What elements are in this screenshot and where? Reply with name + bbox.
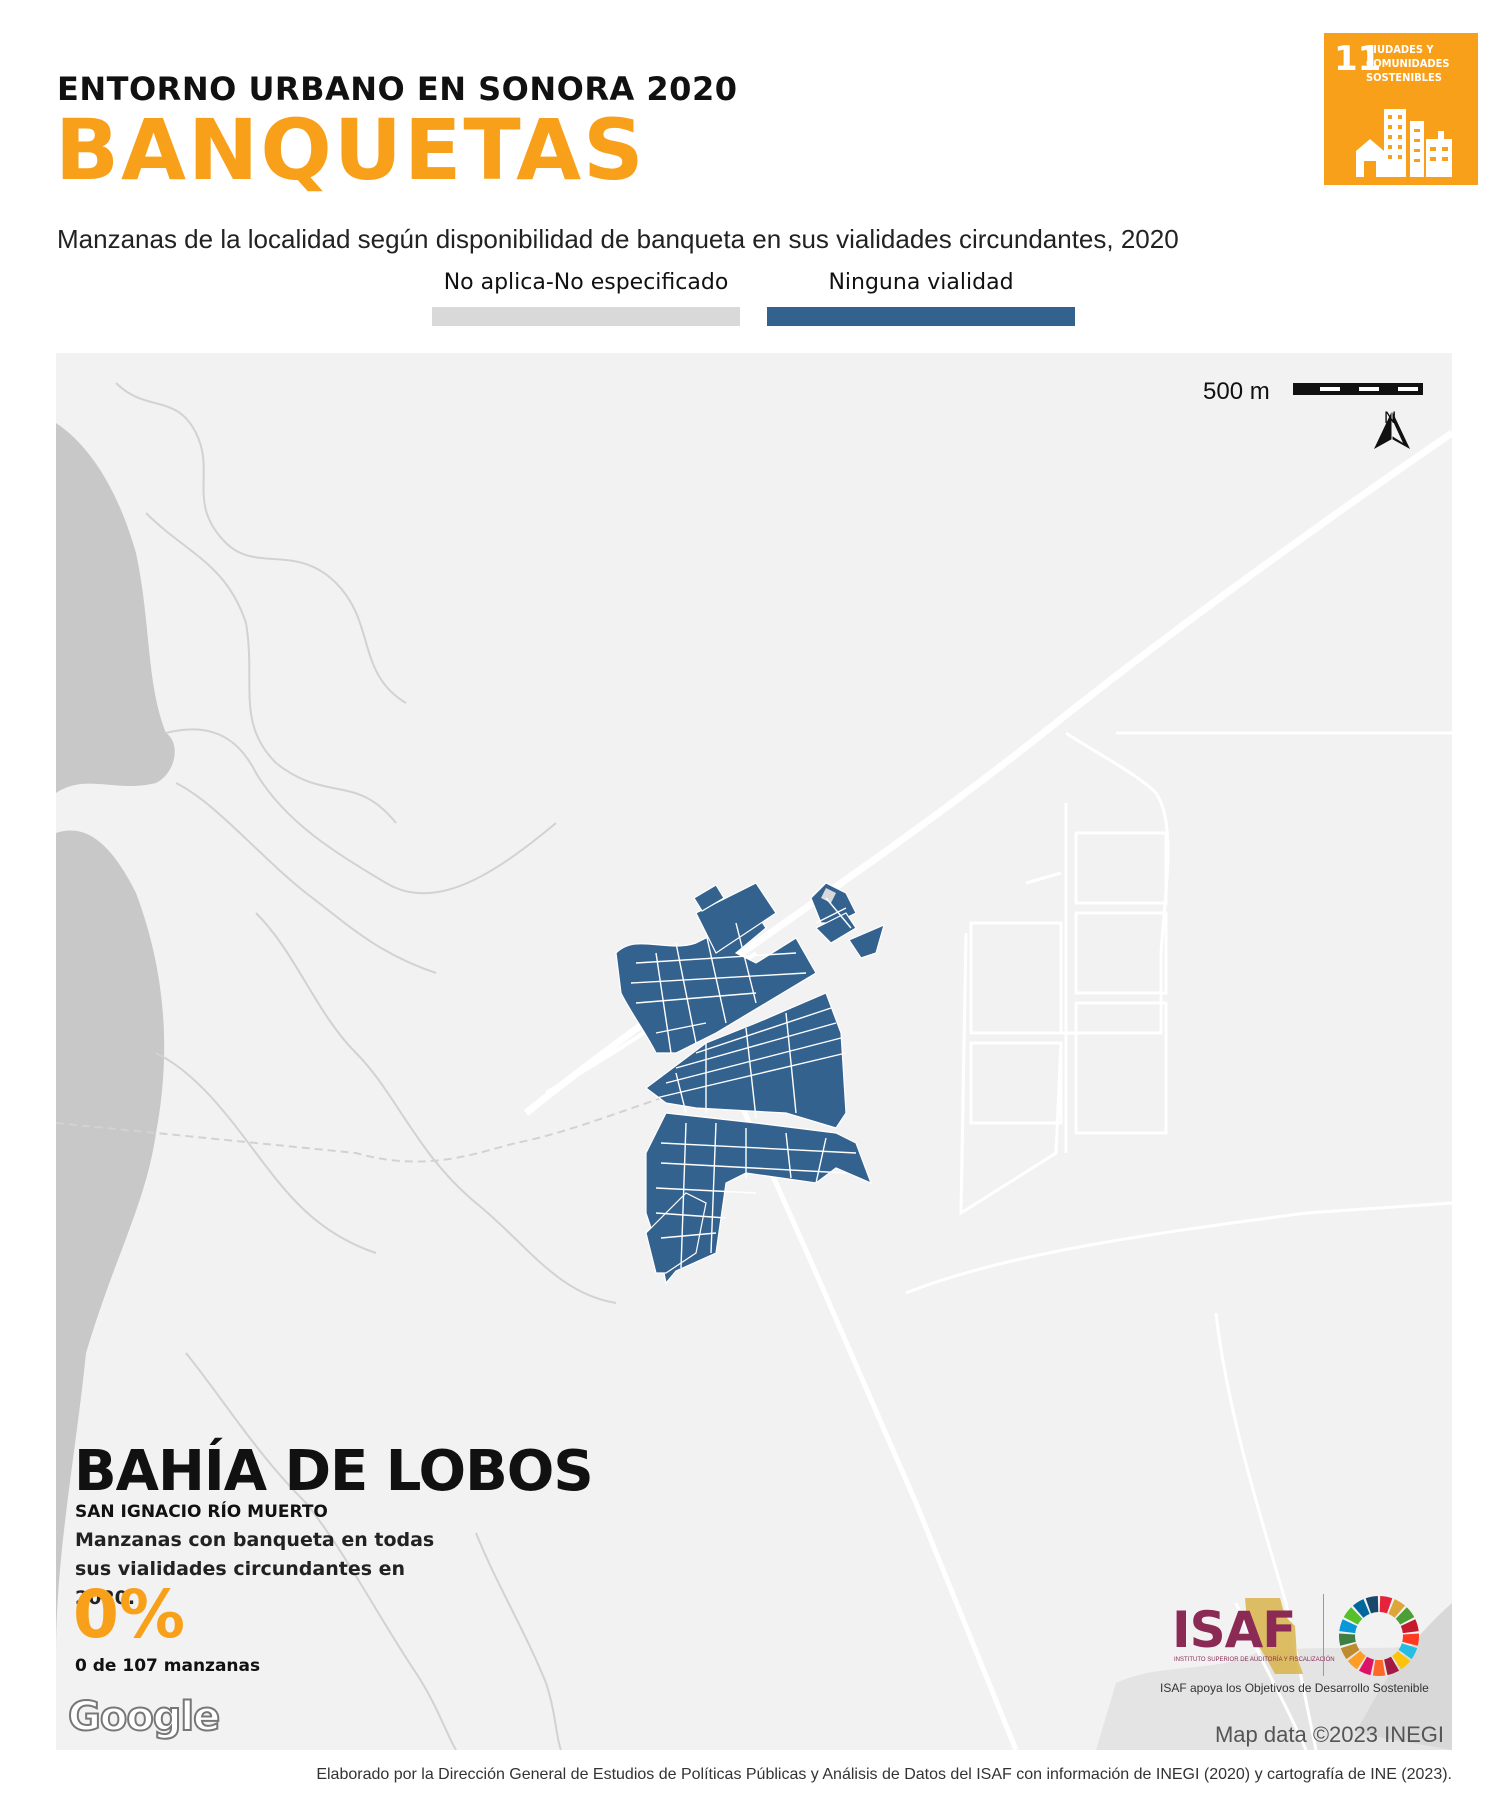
google-logo: Google: [67, 1694, 221, 1740]
water-estuary-north: [56, 423, 175, 793]
scale-bar: [1293, 383, 1423, 395]
legend-swatch-ninguna: [767, 307, 1075, 326]
isaf-tagline: ISAF apoya los Objetivos de Desarrollo S…: [1160, 1681, 1429, 1695]
sdg-text: CIUDADES Y COMUNIDADES SOSTENIBLES: [1366, 43, 1450, 84]
municipality-name: SAN IGNACIO RÍO MUERTO: [75, 1502, 328, 1522]
block-group-east-node-c: [848, 923, 885, 959]
page-title: BANQUETAS: [55, 101, 646, 199]
legend-label-ninguna: Ninguna vialidad: [828, 270, 1014, 295]
logo-divider: [1323, 1594, 1324, 1676]
stat-percent: 0%: [73, 1576, 186, 1653]
sdg-11-badge: 11 CIUDADES Y COMUNIDADES SOSTENIBLES: [1324, 33, 1478, 185]
sdg-wheel-segment: [1372, 1659, 1386, 1676]
sdg-wheel-segment: [1402, 1633, 1419, 1646]
sdg-wheel-segment: [1339, 1633, 1356, 1646]
legend-swatch-no-aplica: [432, 307, 740, 326]
isaf-subtitle: INSTITUTO SUPERIOR DE AUDITORÍA Y FISCAL…: [1174, 1657, 1335, 1663]
sdg-wheel-icon: [1339, 1596, 1419, 1676]
legend-label-no-aplica: No aplica-No especificado: [443, 270, 729, 295]
footer-credits: Elaborado por la Dirección General de Es…: [316, 1766, 1452, 1783]
locality-name: BAHÍA DE LOBOS: [74, 1439, 594, 1504]
stat-count: 0 de 107 manzanas: [75, 1656, 261, 1676]
north-label: N: [1384, 408, 1397, 427]
map-attribution: Map data ©2023 INEGI: [1214, 1722, 1444, 1747]
city-buildings-icon: [1356, 109, 1452, 177]
scale-label: 500 m: [1203, 378, 1270, 405]
page-subtitle: Manzanas de la localidad según disponibi…: [57, 224, 1179, 254]
isaf-logo: ISAF: [1172, 1601, 1296, 1659]
